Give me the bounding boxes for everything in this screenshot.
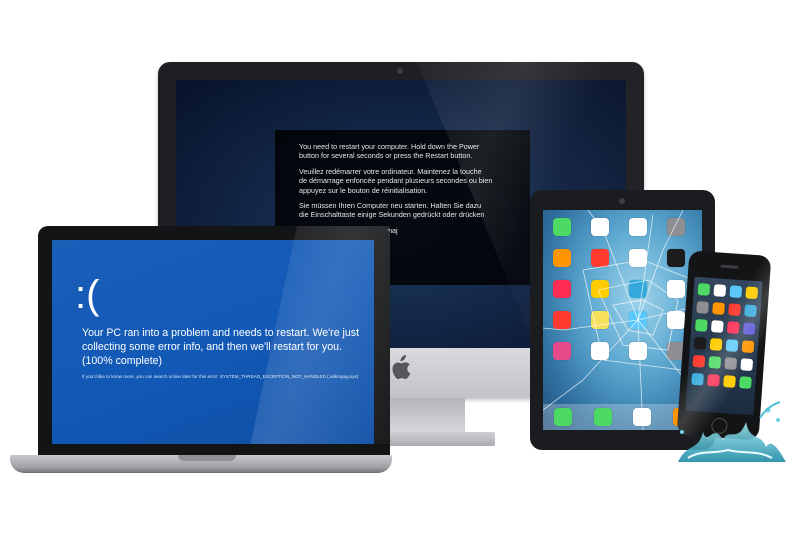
water-splash-icon (678, 401, 786, 462)
imac-camera-icon (397, 68, 403, 74)
bsod-sad-face: :( (75, 273, 100, 317)
tablet-camera-icon (619, 198, 625, 204)
laptop-opening-notch (178, 455, 236, 461)
apple-logo-icon (387, 355, 413, 385)
